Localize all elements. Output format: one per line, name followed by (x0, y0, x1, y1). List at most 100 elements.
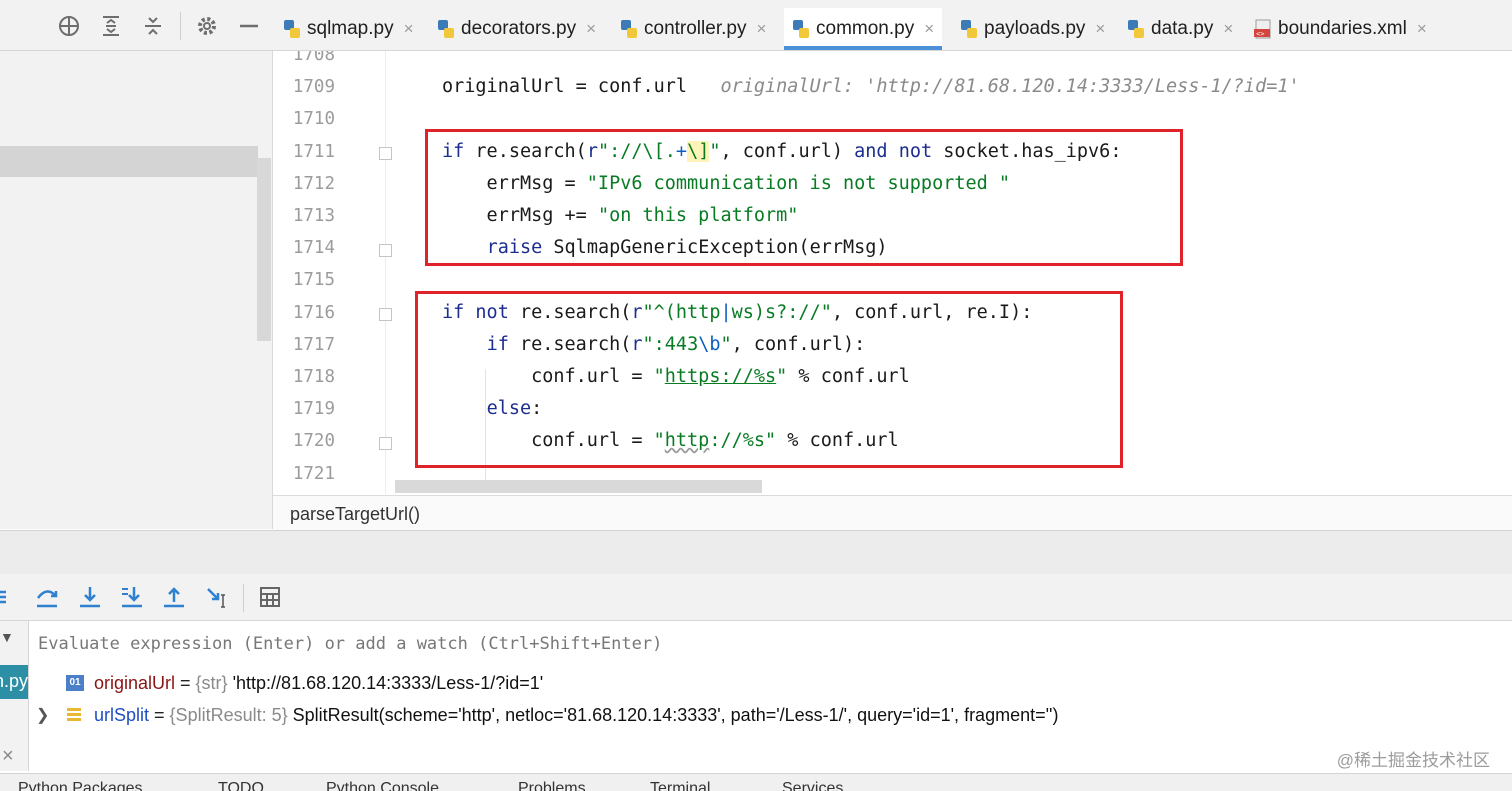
expand-all-icon[interactable] (99, 14, 123, 38)
close-icon[interactable]: × (2, 745, 14, 768)
svg-text:<>: <> (1256, 30, 1264, 38)
close-icon[interactable]: × (1417, 19, 1427, 39)
close-icon[interactable]: × (756, 19, 766, 39)
code-editor[interactable]: 1708 1709 1710 1711 1712 1713 1714 1715 … (273, 51, 1512, 494)
close-icon[interactable]: × (1095, 19, 1105, 39)
line-number: 1717 (292, 335, 335, 355)
variable-name: originalUrl (94, 672, 176, 693)
line-number: 1708 (292, 51, 335, 65)
breadcrumb-function[interactable]: parseTargetUrl() (290, 504, 420, 525)
python-file-icon (1127, 19, 1145, 39)
project-selected-row[interactable] (0, 146, 258, 177)
evaluate-expression-input[interactable] (30, 621, 1510, 666)
line-number: 1719 (292, 399, 335, 419)
code-line-1709: originalUrl = conf.url originalUrl: 'htt… (442, 76, 1300, 97)
tool-python-packages[interactable]: Python Packages (18, 780, 143, 791)
tool-terminal[interactable]: Terminal (650, 780, 710, 791)
tab-label: controller.py (644, 18, 747, 39)
line-number: 1721 (292, 464, 335, 484)
tab-decorators[interactable]: decorators.py × (437, 8, 596, 50)
line-number: 1709 (292, 77, 335, 97)
line-number: 1715 (292, 270, 335, 290)
close-icon[interactable]: × (404, 19, 414, 39)
gutter-divider (385, 51, 386, 494)
tab-sqlmap[interactable]: sqlmap.py × (283, 8, 414, 50)
line-number: 1714 (292, 238, 335, 258)
menu-icon[interactable] (0, 584, 12, 610)
breadcrumb: parseTargetUrl() (273, 495, 1512, 530)
fold-marker[interactable] (379, 244, 392, 257)
variable-equals: = (149, 704, 170, 725)
toolbar-divider (243, 584, 244, 612)
line-number: 1711 (292, 142, 335, 162)
watermark: @稀土掘金技术社区 (1336, 751, 1490, 770)
frame-label: n.py (0, 671, 28, 691)
step-into-my-code-icon[interactable] (119, 584, 145, 610)
gear-icon[interactable] (195, 14, 219, 38)
tab-common[interactable]: common.py × (784, 8, 943, 50)
line-number: 1716 (292, 303, 335, 323)
minimize-icon[interactable] (237, 14, 261, 38)
inline-value-hint: originalUrl: 'http://81.68.120.14:3333/L… (720, 76, 1300, 97)
selected-frame[interactable]: n.py (0, 665, 28, 699)
editor-horizontal-scrollbar[interactable] (395, 480, 762, 493)
line-number: 1720 (292, 431, 335, 451)
variable-type: {str} (195, 672, 228, 693)
variable-value: 'http://81.68.120.14:3333/Less-1/?id=1' (232, 672, 544, 693)
python-file-icon (792, 19, 810, 39)
step-out-icon[interactable] (161, 584, 187, 610)
tab-controller[interactable]: controller.py × (620, 8, 766, 50)
python-file-icon (960, 19, 978, 39)
tab-label: decorators.py (461, 18, 577, 39)
tab-label: common.py (816, 18, 915, 39)
close-icon[interactable]: × (924, 19, 934, 39)
collapse-all-icon[interactable] (141, 14, 165, 38)
close-icon[interactable]: × (586, 19, 596, 39)
chevron-right-icon[interactable]: ❯ (36, 705, 66, 725)
tab-label: sqlmap.py (307, 18, 394, 39)
xml-file-icon: <> (1254, 19, 1272, 39)
variable-row[interactable]: 01 originalUrl = {str} 'http://81.68.120… (66, 668, 543, 698)
python-file-icon (620, 19, 638, 39)
step-into-icon[interactable] (77, 584, 103, 610)
highlight-box-ipv6 (425, 129, 1183, 266)
tab-label: payloads.py (984, 18, 1086, 39)
python-file-icon (437, 19, 455, 39)
evaluate-expression-bar (30, 621, 1512, 667)
fold-marker[interactable] (379, 437, 392, 450)
highlight-box-scheme (415, 291, 1123, 468)
crosshair-icon[interactable] (57, 14, 81, 38)
variable-type: {SplitResult: 5} (169, 704, 288, 725)
project-scrollbar[interactable] (257, 158, 271, 341)
variable-name: urlSplit (94, 704, 150, 725)
run-to-cursor-icon[interactable] (204, 584, 230, 610)
editor-tab-bar: sqlmap.py × decorators.py × controller.p… (0, 0, 1512, 51)
variable-equals: = (175, 672, 196, 693)
python-file-icon (283, 19, 301, 39)
tool-problems[interactable]: Problems (518, 780, 586, 791)
tab-label: boundaries.xml (1278, 18, 1407, 39)
line-number: 1718 (292, 367, 335, 387)
tool-services[interactable]: Services (782, 780, 843, 791)
string-type-icon: 01 (66, 675, 84, 691)
close-icon[interactable]: × (1223, 19, 1233, 39)
tool-window-header (0, 530, 1512, 575)
chevron-down-icon[interactable]: ▼ (0, 629, 14, 645)
toolbar-divider (180, 12, 181, 40)
fold-marker[interactable] (379, 308, 392, 321)
fold-marker[interactable] (379, 147, 392, 160)
object-type-icon (66, 707, 82, 723)
tool-todo[interactable]: TODO (218, 780, 264, 791)
debugger-toolbar (0, 574, 1512, 621)
line-number: 1710 (292, 109, 335, 129)
line-number: 1712 (292, 174, 335, 194)
tab-data[interactable]: data.py × (1127, 8, 1233, 50)
bottom-tool-bar: Python Packages TODO Python Console Prob… (0, 773, 1512, 791)
tab-label: data.py (1151, 18, 1214, 39)
evaluate-expression-icon[interactable] (257, 584, 283, 610)
tab-boundaries[interactable]: <> boundaries.xml × (1254, 8, 1427, 50)
step-over-icon[interactable] (34, 584, 60, 610)
variable-row[interactable]: ❯ urlSplit = {SplitResult: 5} SplitResul… (36, 700, 1058, 730)
tool-python-console[interactable]: Python Console (326, 780, 439, 791)
tab-payloads[interactable]: payloads.py × (960, 8, 1105, 50)
